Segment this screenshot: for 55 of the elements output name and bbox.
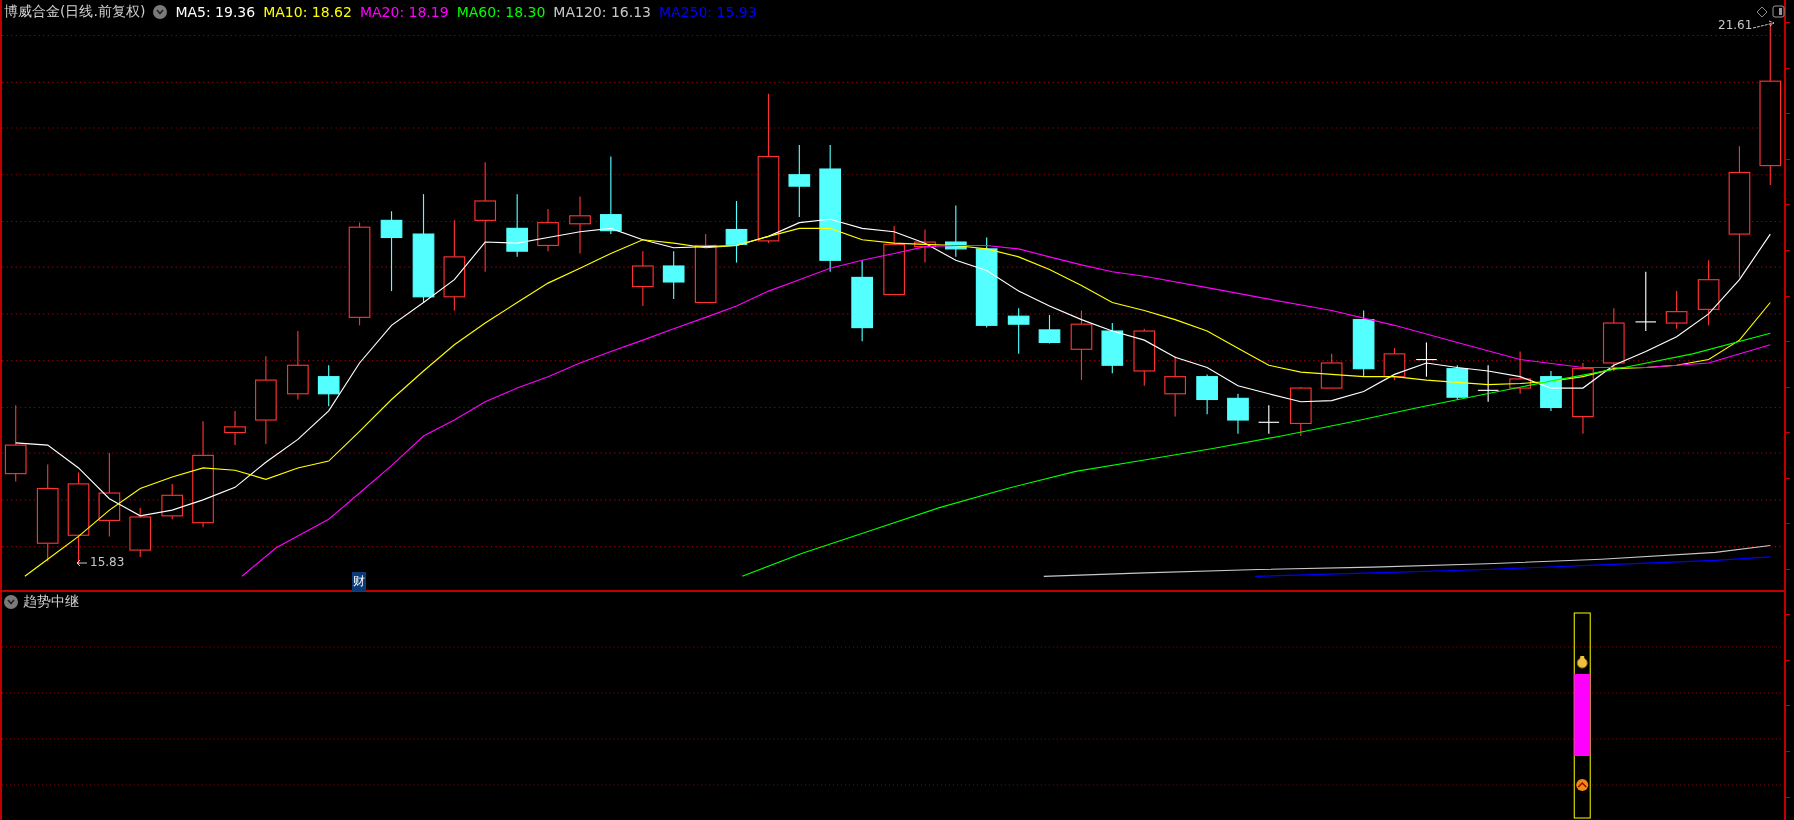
candlestick xyxy=(1007,307,1030,355)
candlestick xyxy=(1257,404,1280,435)
indicator-value: MA60: 18.30 xyxy=(456,3,546,20)
indicator-title: 趋势中继 xyxy=(23,593,79,611)
indicator-value: MA250: 15.93 xyxy=(658,3,757,20)
candlestick xyxy=(1634,271,1657,332)
candlestick xyxy=(725,200,748,264)
candlestick xyxy=(1602,307,1625,372)
candlestick xyxy=(1352,309,1375,378)
arrow-icon xyxy=(76,559,88,567)
candlestick xyxy=(914,228,936,264)
up-arrow-icon xyxy=(1576,779,1589,791)
candlestick xyxy=(1070,309,1093,381)
panel-toggle-icon[interactable] xyxy=(1772,5,1785,18)
low-price-label: 15.83 xyxy=(90,555,125,569)
candlestick xyxy=(1101,322,1124,374)
finance-badge[interactable]: 财 xyxy=(352,572,366,591)
candlestick xyxy=(1665,290,1688,330)
indicator-value: MA10: 18.62 xyxy=(263,3,352,20)
chevron-down-icon[interactable] xyxy=(4,595,18,609)
candlestick xyxy=(506,193,529,258)
high-price-label: 21.61 xyxy=(1718,18,1753,32)
indicator-value: MA20: 18.19 xyxy=(359,3,449,20)
arrow-icon xyxy=(1752,19,1776,31)
candlestick xyxy=(569,195,591,254)
candlestick xyxy=(1509,351,1531,395)
diamond-icon[interactable] xyxy=(1756,6,1768,18)
candlestick xyxy=(1164,355,1186,418)
candlestick xyxy=(317,364,340,407)
candlestick xyxy=(537,208,559,252)
indicator-value: MA5: 19.36 xyxy=(175,3,256,20)
candlestick xyxy=(662,250,685,300)
chart-title: 博威合金(日线.前复权) xyxy=(4,2,146,21)
candlestick xyxy=(1383,347,1406,381)
candlestick xyxy=(1196,373,1218,415)
candlestick xyxy=(129,507,152,558)
candlestick xyxy=(1415,341,1438,378)
candlestick xyxy=(1133,328,1156,387)
candlestick xyxy=(883,225,905,296)
candlestick xyxy=(224,410,246,446)
candlestick xyxy=(1446,364,1469,401)
chevron-down-icon[interactable] xyxy=(153,4,168,19)
candlestick xyxy=(1697,259,1720,326)
indicator-value: MA120: 16.13 xyxy=(553,3,651,20)
candlestick xyxy=(161,483,184,520)
candlestick xyxy=(1320,353,1343,389)
candlestick xyxy=(694,233,717,304)
candlestick xyxy=(944,204,967,258)
candlestick xyxy=(1477,364,1499,403)
money-bag-icon xyxy=(1576,656,1588,669)
candlestick xyxy=(1289,386,1312,437)
candlestick xyxy=(1038,314,1061,345)
candlestick xyxy=(631,250,654,307)
candlestick xyxy=(287,330,309,401)
candlestick xyxy=(1227,393,1249,435)
